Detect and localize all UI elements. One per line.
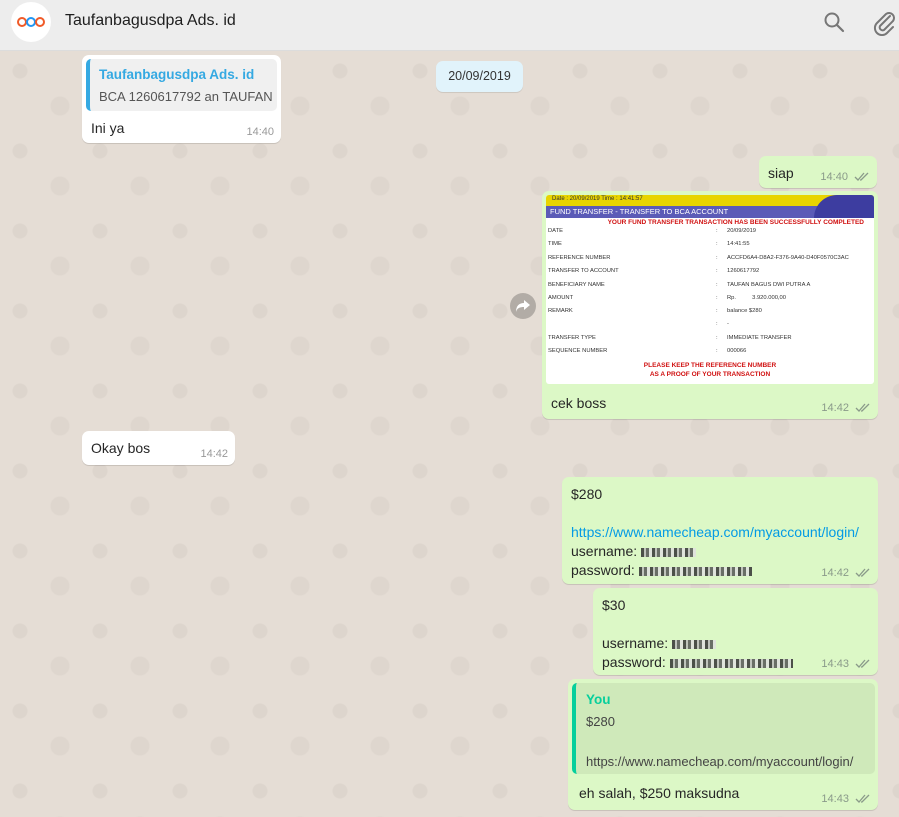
receipt-row: BENEFICIARY NAME: TAUFAN BAGUS DWI PUTRA … xyxy=(548,282,811,288)
double-check-icon xyxy=(854,172,869,182)
double-check-icon xyxy=(855,659,870,669)
row-label: SEQUENCE NUMBER xyxy=(548,348,608,354)
date-badge: 20/09/2019 xyxy=(436,61,523,92)
receipt-keep-note: PLEASE KEEP THE REFERENCE NUMBER xyxy=(643,362,777,369)
row-value: 20/09/2019 xyxy=(727,228,757,234)
receipt-row: SEQUENCE NUMBER:000066 xyxy=(548,348,747,354)
message-text: $30 xyxy=(602,597,626,613)
redacted-password xyxy=(638,566,752,576)
password-label: password: xyxy=(602,654,666,670)
receipt-date-text: Date : 20/09/2019 Time : 14:41:57 xyxy=(552,196,643,202)
search-icon[interactable] xyxy=(823,11,845,33)
forward-button[interactable] xyxy=(510,293,536,319)
message-time: 14:43 xyxy=(821,658,849,670)
message-text: siap xyxy=(768,165,794,181)
redacted-username xyxy=(672,639,717,649)
double-check-icon xyxy=(855,794,870,804)
row-label: TRANSFER TYPE xyxy=(548,335,596,341)
password-label: password: xyxy=(571,562,635,578)
quote-text: $280 xyxy=(586,714,615,729)
row-value: ACCFD6A4-D8A2-F376-9A40-D40F0570C3AC xyxy=(727,255,849,261)
row-label: TIME xyxy=(548,241,562,247)
password-line: password: xyxy=(571,562,752,578)
chat-header: Taufanbagusdpa Ads. id xyxy=(0,0,899,51)
receipt-row: :- xyxy=(716,321,729,327)
receipt-row: REFERENCE NUMBER: ACCFD6A4-D8A2-F376-9A40… xyxy=(548,255,849,261)
username-line: username: xyxy=(571,543,697,559)
row-label: REMARK xyxy=(548,308,573,314)
message-meta: 14:43 xyxy=(821,793,871,805)
message-text: Okay bos xyxy=(91,440,151,456)
message-meta: 14:40 xyxy=(820,171,870,183)
message-time: 14:42 xyxy=(200,448,228,460)
receipt-row: TRANSFER TYPE: IMMEDIATE TRANSFER xyxy=(548,335,792,341)
chat-area[interactable]: Taufanbagusdpa Ads. id BCA 1260617792 an… xyxy=(0,51,899,817)
quote-text: https://www.namecheap.com/myaccount/logi… xyxy=(586,754,854,769)
quote-author: Taufanbagusdpa Ads. id xyxy=(99,67,255,82)
message-time: 14:42 xyxy=(821,567,849,579)
receipt-keep-note: AS A PROOF OF YOUR TRANSACTION xyxy=(649,371,771,378)
message-meta: 14:43 xyxy=(821,658,871,670)
row-value: IMMEDIATE TRANSFER xyxy=(727,335,792,341)
message-outgoing-image[interactable]: Date : 20/09/2019 Time : 14:41:57 FUND T… xyxy=(542,191,878,419)
receipt-row: DATE:20/09/2019 xyxy=(548,228,757,234)
message-outgoing[interactable]: siap 14:40 xyxy=(759,156,877,188)
quote-author: You xyxy=(586,692,611,707)
row-value: balance $280 xyxy=(727,308,762,314)
message-outgoing[interactable]: $30 username: password: 14:43 xyxy=(593,588,878,675)
receipt-title-bar: FUND TRANSFER - TRANSFER TO BCA ACCOUNT xyxy=(546,195,874,218)
paperclip-icon[interactable] xyxy=(872,10,896,36)
row-label: AMOUNT xyxy=(548,295,574,301)
message-meta: 14:42 xyxy=(821,567,871,579)
message-time: 14:42 xyxy=(821,402,849,414)
receipt-row: AMOUNT: Rp. 3.920.000,00 xyxy=(548,295,786,301)
receipt-success: YOUR FUND TRANSFER TRANSACTION HAS BEEN … xyxy=(607,219,864,226)
row-value: Rp. 3.920.000,00 xyxy=(727,295,786,301)
message-meta: 14:42 xyxy=(821,402,871,414)
message-outgoing[interactable]: You $280 https://www.namecheap.com/myacc… xyxy=(568,679,878,810)
row-value: TAUFAN BAGUS DWI PUTRA A xyxy=(727,282,811,288)
apa-logo-icon xyxy=(17,17,45,27)
message-outgoing[interactable]: $280 https://www.namecheap.com/myaccount… xyxy=(562,477,878,584)
username-line: username: xyxy=(602,635,717,651)
chat-title[interactable]: Taufanbagusdpa Ads. id xyxy=(65,12,236,30)
redacted-password xyxy=(669,658,793,668)
namecheap-link[interactable]: https://www.namecheap.com/myaccount/logi… xyxy=(571,524,859,540)
message-text: eh salah, $250 maksudna xyxy=(579,785,740,801)
quoted-message[interactable]: Taufanbagusdpa Ads. id BCA 1260617792 an… xyxy=(86,59,277,111)
transfer-receipt-image[interactable]: Date : 20/09/2019 Time : 14:41:57 FUND T… xyxy=(546,195,874,384)
row-value: 14:41:55 xyxy=(727,241,750,247)
double-check-icon xyxy=(855,568,870,578)
message-incoming[interactable]: Taufanbagusdpa Ads. id BCA 1260617792 an… xyxy=(82,55,281,143)
avatar[interactable] xyxy=(11,2,51,42)
image-caption: cek boss xyxy=(551,395,607,411)
username-label: username: xyxy=(602,635,669,651)
message-incoming[interactable]: Okay bos 14:42 xyxy=(82,431,235,465)
quote-text: BCA 1260617792 an TAUFAN xyxy=(99,89,273,104)
password-line: password: xyxy=(602,654,793,670)
row-value: - xyxy=(727,321,729,327)
forward-icon xyxy=(516,300,530,312)
row-label: DATE xyxy=(548,228,564,234)
row-value: 1260617792 xyxy=(727,268,760,274)
row-label: REFERENCE NUMBER xyxy=(548,255,611,261)
double-check-icon xyxy=(855,403,870,413)
message-text: $280 xyxy=(571,486,603,502)
message-time: 14:40 xyxy=(246,126,274,138)
row-label: BENEFICIARY NAME xyxy=(548,282,605,288)
receipt-row: TIME:14:41:55 xyxy=(548,241,750,247)
quoted-message[interactable]: You $280 https://www.namecheap.com/myacc… xyxy=(572,683,875,774)
message-time: 14:40 xyxy=(820,171,848,183)
message-text: Ini ya xyxy=(91,120,125,136)
receipt-row: REMARK: balance $280 xyxy=(548,308,762,314)
redacted-username xyxy=(641,547,697,557)
receipt-row: TRANSFER TO ACCOUNT:1260617792 xyxy=(548,268,760,274)
message-time: 14:43 xyxy=(821,793,849,805)
receipt-decoration xyxy=(814,195,874,218)
username-label: username: xyxy=(571,543,638,559)
row-value: 000066 xyxy=(727,348,747,354)
receipt-title: FUND TRANSFER - TRANSFER TO BCA ACCOUNT xyxy=(550,207,729,216)
row-label: TRANSFER TO ACCOUNT xyxy=(548,268,619,274)
